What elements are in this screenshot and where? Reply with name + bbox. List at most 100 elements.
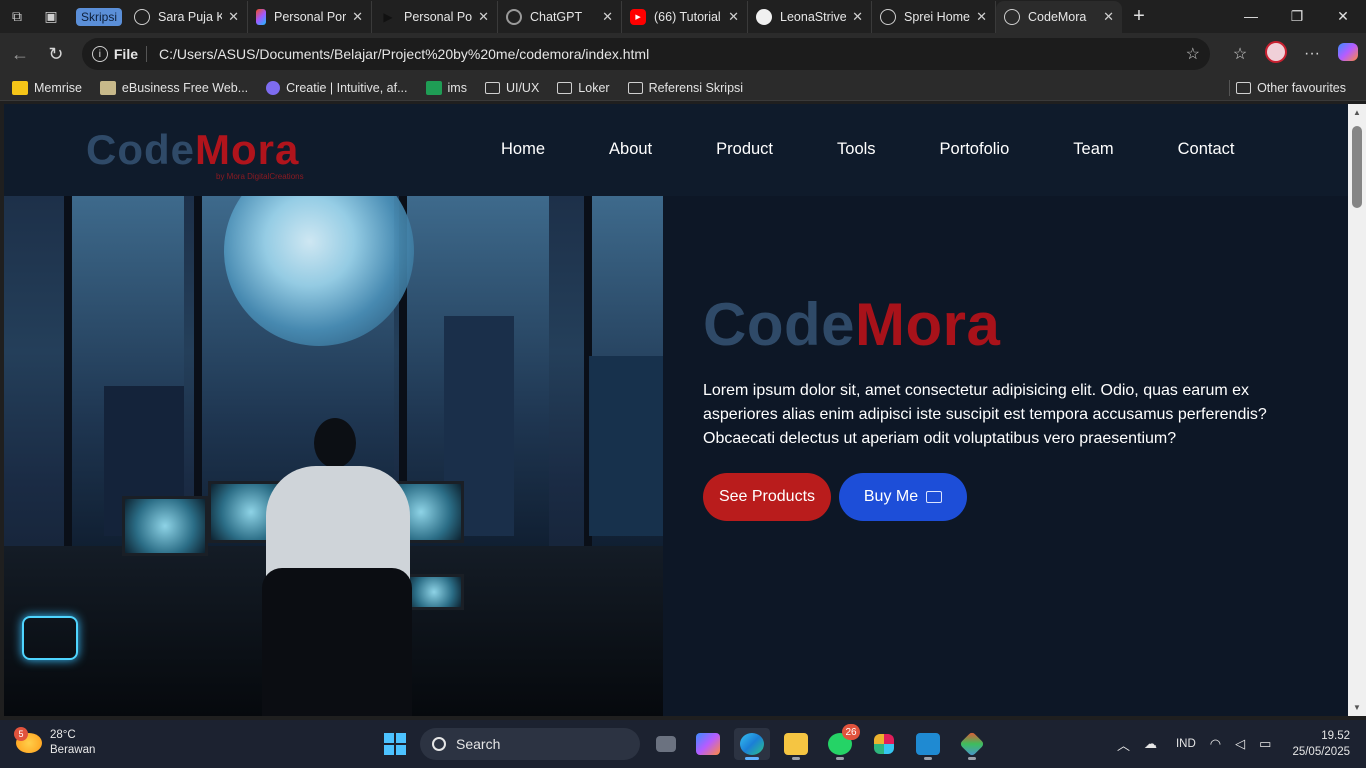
bookmark-ebusiness[interactable]: eBusiness Free Web... xyxy=(99,80,248,95)
taskbar-search[interactable]: Search xyxy=(420,728,640,760)
see-products-button[interactable]: See Products xyxy=(703,473,831,521)
info-icon[interactable]: i xyxy=(91,46,108,62)
nav-tools[interactable]: Tools xyxy=(837,140,876,159)
person-head xyxy=(314,418,356,468)
tab-title: (66) Tutorial xyxy=(654,9,721,24)
site-navbar: CodeMora by Mora DigitalCreations Home A… xyxy=(4,104,1348,196)
bookmark-referensi-skripsi[interactable]: Referensi Skripsi xyxy=(627,80,744,95)
copilot-app-icon[interactable] xyxy=(690,728,726,760)
back-icon[interactable]: ← xyxy=(2,38,38,70)
bookmark-label: Creatie | Intuitive, af... xyxy=(286,80,408,95)
url-field[interactable]: i File C:/Users/ASUS/Documents/Belajar/P… xyxy=(81,38,1210,70)
volume-icon[interactable]: ◁ xyxy=(1235,736,1245,752)
bookmark-ims[interactable]: ims xyxy=(425,80,467,95)
slack-icon[interactable] xyxy=(866,728,902,760)
tab-sara-puja[interactable]: Sara Puja Ke ✕ xyxy=(126,0,249,33)
logo-part-2: Mora xyxy=(195,126,300,173)
tab-github[interactable]: LeonaStrive ✕ xyxy=(748,0,873,33)
hero-title: CodeMora xyxy=(703,290,1303,359)
nav-contact[interactable]: Contact xyxy=(1178,140,1235,159)
weather-badge: 5 xyxy=(14,727,28,741)
close-icon[interactable]: ✕ xyxy=(228,9,239,25)
clock-time: 19.52 xyxy=(1321,730,1350,742)
tab-personal-portfolio[interactable]: ▶ Personal Por ✕ xyxy=(372,0,499,33)
tab-youtube[interactable]: ▶ (66) Tutorial ✕ xyxy=(622,0,749,33)
url-text[interactable]: C:/Users/ASUS/Documents/Belajar/Project%… xyxy=(159,46,1186,62)
nav-team[interactable]: Team xyxy=(1073,140,1113,159)
onedrive-icon[interactable]: ☁ xyxy=(1144,736,1157,752)
edge-app-icon[interactable] xyxy=(734,728,770,760)
more-icon[interactable]: ··· xyxy=(1294,45,1330,63)
refresh-icon[interactable]: ↻ xyxy=(38,38,74,70)
vertical-tabs-icon[interactable]: ▣ xyxy=(34,1,68,33)
wifi-icon[interactable]: ◠ xyxy=(1210,736,1221,752)
monitor xyxy=(404,574,464,610)
tab-personal-portfolio-figma[interactable]: Personal Por ✕ xyxy=(248,0,373,33)
close-icon[interactable]: ✕ xyxy=(976,9,987,25)
nav-about[interactable]: About xyxy=(609,140,652,159)
close-window-icon[interactable]: ✕ xyxy=(1320,0,1366,32)
nav-product[interactable]: Product xyxy=(716,140,773,159)
restore-icon[interactable]: ❐ xyxy=(1274,0,1320,32)
tab-chatgpt[interactable]: ChatGPT ✕ xyxy=(498,0,623,33)
workspaces-icon[interactable]: ⧉ xyxy=(0,1,34,33)
close-icon[interactable]: ✕ xyxy=(602,9,613,25)
hero-title-part-1: Code xyxy=(703,291,855,358)
logo-part-1: Code xyxy=(86,126,195,173)
hero-title-part-2: Mora xyxy=(855,291,1001,358)
bookmark-loker[interactable]: Loker xyxy=(557,81,610,95)
weather-icon: 5 xyxy=(14,727,42,753)
globe-icon xyxy=(1004,8,1021,25)
close-icon[interactable]: ✕ xyxy=(852,9,863,25)
close-icon[interactable]: ✕ xyxy=(352,9,363,25)
weather-temp: 28°C xyxy=(50,729,76,741)
close-icon[interactable]: ✕ xyxy=(1103,9,1114,25)
nav-portofolio[interactable]: Portofolio xyxy=(940,140,1010,159)
bookmark-memrise[interactable]: Memrise xyxy=(12,80,82,95)
bookmark-uiux[interactable]: UI/UX xyxy=(484,81,539,95)
search-icon xyxy=(432,737,446,751)
start-button[interactable] xyxy=(384,733,406,755)
vscode-icon[interactable] xyxy=(910,728,946,760)
minimize-icon[interactable]: — xyxy=(1228,0,1274,32)
bookmark-other-favourites[interactable]: Other favourites xyxy=(1236,81,1346,95)
close-icon[interactable]: ✕ xyxy=(728,9,739,25)
clock-date: 25/05/2025 xyxy=(1292,746,1350,758)
bookmark-label: Other favourites xyxy=(1257,80,1346,95)
tab-title: Personal Por xyxy=(404,9,473,24)
page-scrollbar[interactable]: ▲ ▼ xyxy=(1348,104,1366,716)
buy-me-button[interactable]: Buy Me xyxy=(839,473,967,521)
tab-title: Sprei Home xyxy=(904,9,971,24)
tab-title: Sara Puja Ke xyxy=(158,9,223,24)
bookmark-label: Referensi Skripsi xyxy=(648,80,744,95)
profile-avatar[interactable] xyxy=(1258,40,1294,68)
bookmark-creatie[interactable]: Creatie | Intuitive, af... xyxy=(266,80,408,95)
scheme-label: File xyxy=(114,46,147,62)
folder-icon xyxy=(557,81,573,94)
hero-content: CodeMora Lorem ipsum dolor sit, amet con… xyxy=(703,290,1303,521)
button-label: Buy Me xyxy=(863,488,919,505)
whatsapp-icon[interactable]: 26 xyxy=(822,724,860,760)
favourites-icon[interactable]: ☆ xyxy=(1222,44,1258,64)
holo-device xyxy=(22,616,78,660)
nav-home[interactable]: Home xyxy=(501,140,545,159)
star-icon[interactable]: ☆ xyxy=(1186,44,1200,64)
tab-sprei-home[interactable]: Sprei Home ✕ xyxy=(872,0,997,33)
weather-widget[interactable]: 5 28°C Berawan xyxy=(14,727,95,758)
git-icon[interactable] xyxy=(954,728,990,760)
scrollbar-thumb[interactable] xyxy=(1352,126,1362,208)
site-logo[interactable]: CodeMora by Mora DigitalCreations xyxy=(86,126,304,181)
tab-codemora[interactable]: CodeMora ✕ xyxy=(996,0,1123,33)
battery-icon[interactable]: ▭ xyxy=(1259,736,1271,752)
file-explorer-icon[interactable] xyxy=(778,728,814,760)
tab-group-label[interactable]: Skripsi xyxy=(76,7,123,26)
copilot-icon[interactable] xyxy=(1330,42,1366,66)
language-indicator[interactable]: IND xyxy=(1176,738,1196,750)
clock[interactable]: 19.52 25/05/2025 xyxy=(1292,728,1350,760)
scroll-up-icon[interactable]: ▲ xyxy=(1348,108,1366,117)
close-icon[interactable]: ✕ xyxy=(478,9,489,25)
scroll-down-icon[interactable]: ▼ xyxy=(1348,703,1366,712)
task-view-icon[interactable] xyxy=(648,728,684,760)
chevron-up-icon[interactable]: ︿ xyxy=(1117,735,1130,754)
new-tab-icon[interactable]: + xyxy=(1122,5,1156,28)
